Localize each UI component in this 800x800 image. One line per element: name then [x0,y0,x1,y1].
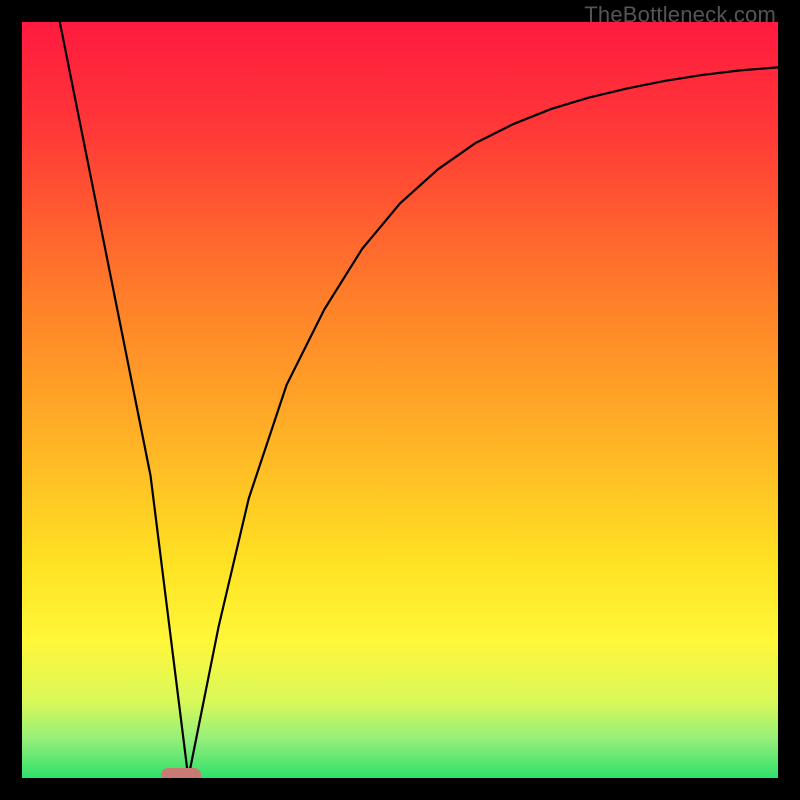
optimal-point-marker [161,768,201,778]
watermark-text: TheBottleneck.com [584,2,776,28]
bottleneck-curve [22,22,778,778]
plot-area [22,22,778,778]
